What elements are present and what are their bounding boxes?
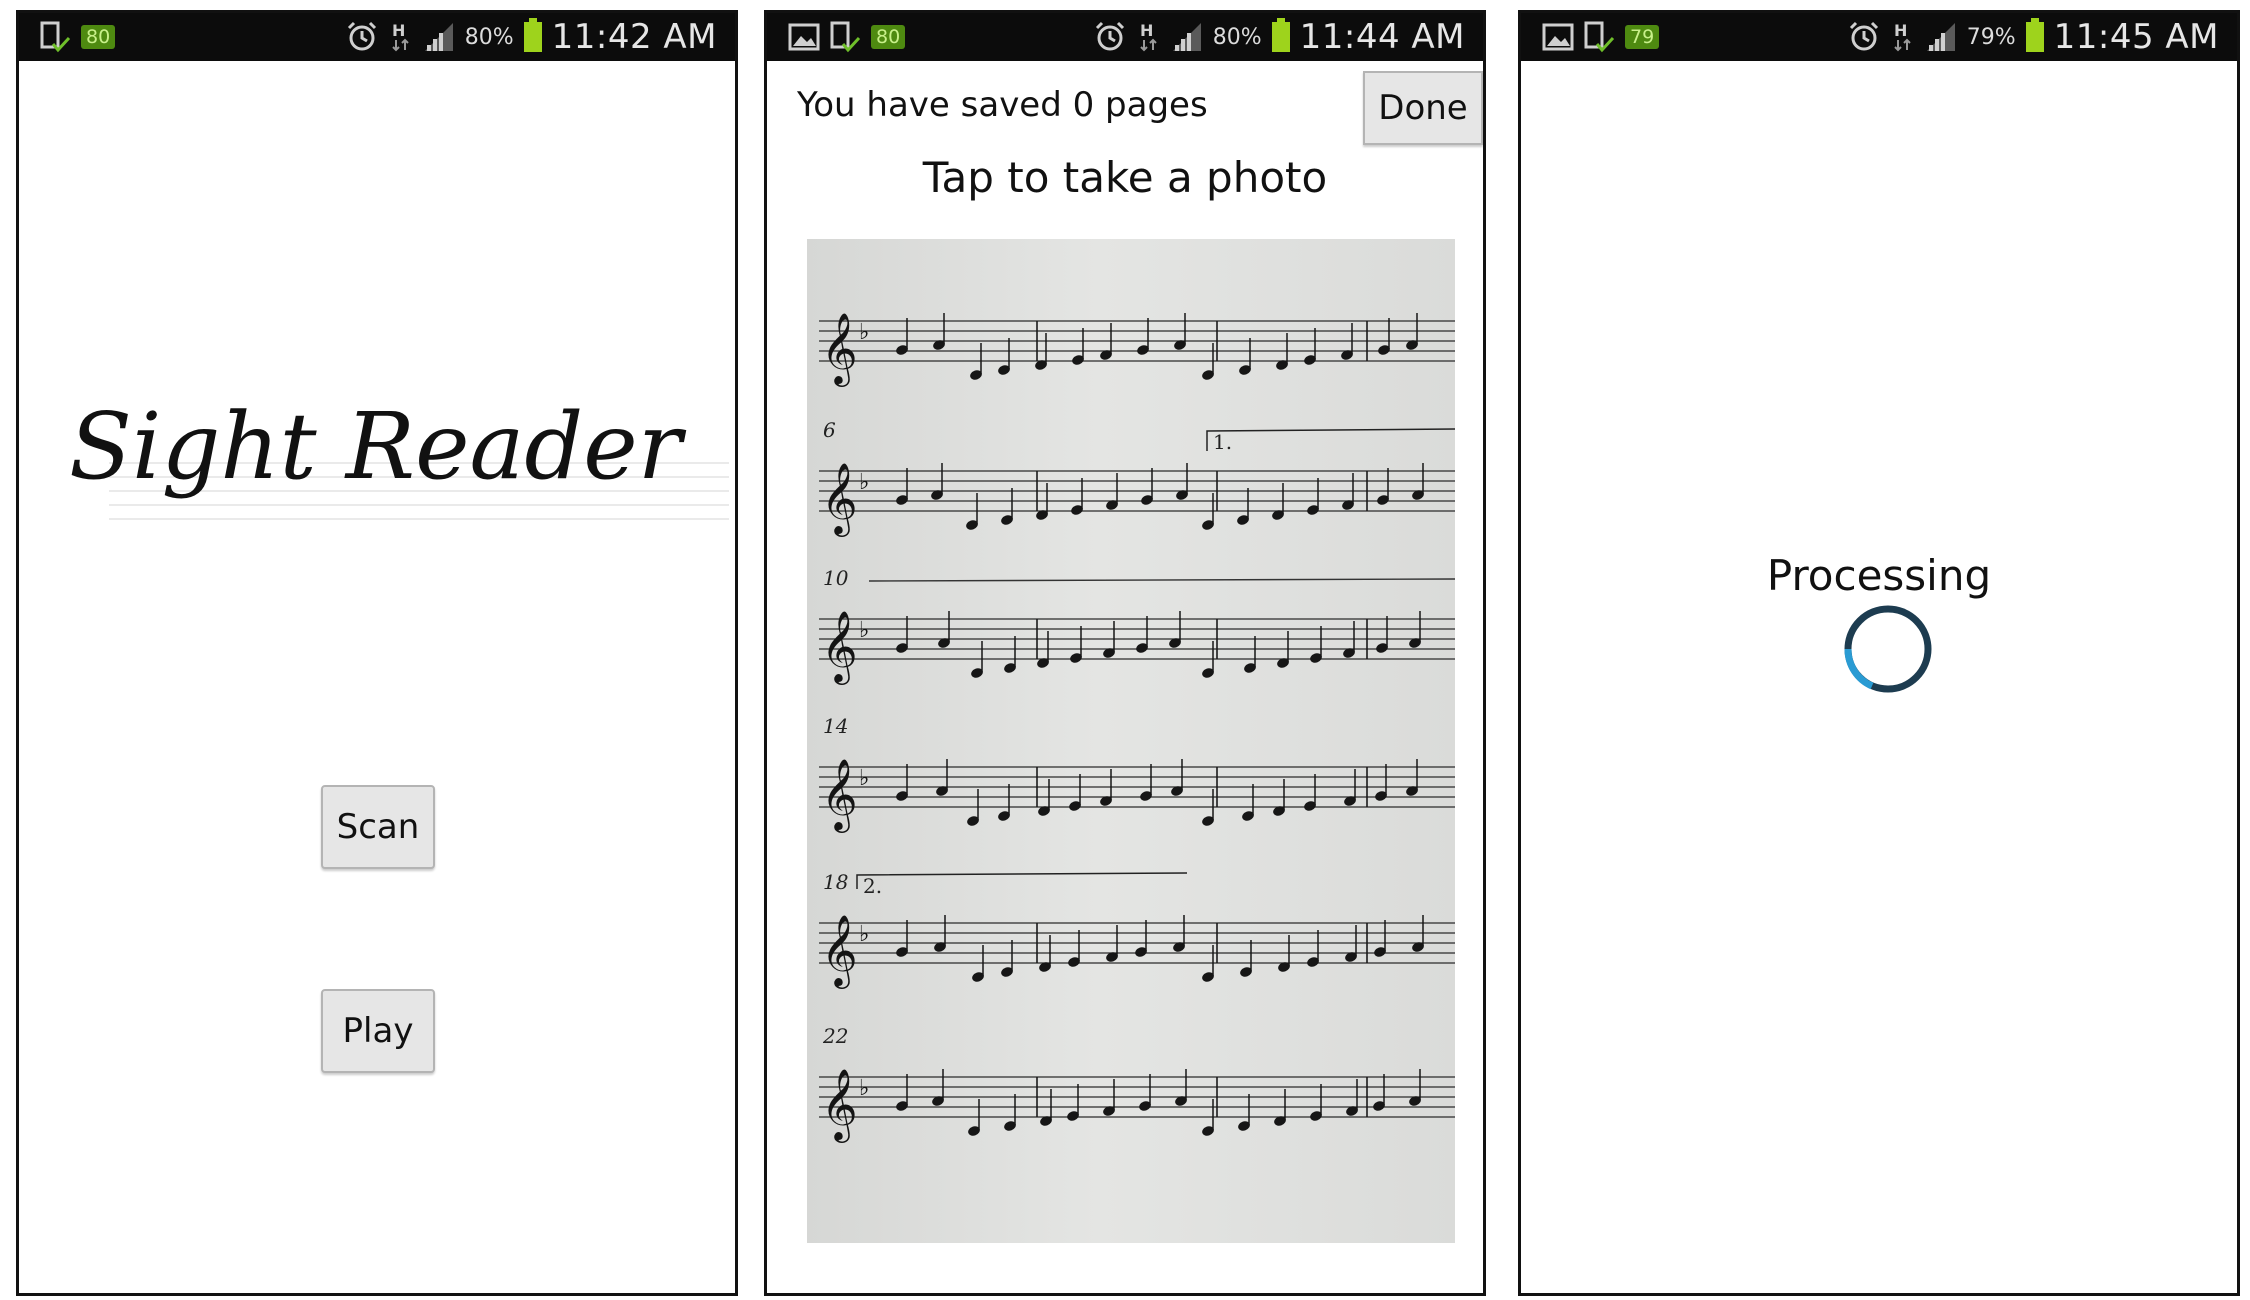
device-check-icon <box>829 20 863 54</box>
saved-pages-text: You have saved 0 pages <box>797 85 1208 125</box>
sheet-music-photo: 𝄞 ♭𝄞 ♭6𝄞 ♭10𝄞 ♭14𝄞 ♭18𝄞 ♭221.2. <box>819 311 1456 1143</box>
loading-spinner-icon <box>1844 605 1932 693</box>
battery-percent: 80% <box>464 24 514 50</box>
measure-number: 22 <box>822 1024 848 1048</box>
measure-number: 14 <box>823 714 848 738</box>
phone-screen-home: 80 H 80% 11:42 AM Sight Reader Scan Play <box>16 10 738 1296</box>
battery-icon <box>1271 18 1290 52</box>
treble-clef-icon: 𝄞 <box>821 1067 858 1143</box>
signal-icon <box>1925 21 1957 53</box>
measure-number: 6 <box>823 418 836 442</box>
treble-clef-icon: 𝄞 <box>821 757 858 833</box>
svg-text:H: H <box>392 21 405 40</box>
processing-label: Processing <box>1766 551 1992 600</box>
alarm-icon <box>345 20 379 54</box>
svg-text:H: H <box>1140 21 1153 40</box>
device-check-icon <box>39 20 73 54</box>
device-check-icon <box>1583 20 1617 54</box>
status-bar: 80 H 80% 11:44 AM <box>767 13 1483 61</box>
measure-number: 10 <box>823 566 849 590</box>
ending-label: 2. <box>863 874 882 898</box>
h-data-icon: H <box>1137 20 1161 54</box>
battery-icon <box>2025 18 2044 52</box>
clock: 11:45 AM <box>2053 17 2219 57</box>
h-data-icon: H <box>389 20 413 54</box>
h-data-icon: H <box>1891 20 1915 54</box>
ending-line <box>868 578 1456 582</box>
phone-screen-processing: 79 H 79% 11:45 AM Processing <box>1518 10 2240 1296</box>
ending-bracket <box>1206 428 1456 451</box>
alarm-icon <box>1847 20 1881 54</box>
done-button[interactable]: Done <box>1363 71 1483 145</box>
camera-preview[interactable]: 𝄞 ♭ 𝄞 ♭ 6 𝄞 ♭ 10 𝄞 ♭ 14 𝄞 ♭ 18 𝄞 ♭ 22 1. 2. <box>807 239 1456 1243</box>
flat-sign: ♭ <box>859 320 869 345</box>
flat-sign: ♭ <box>859 618 869 643</box>
treble-clef-icon: 𝄞 <box>821 913 858 989</box>
treble-clef-icon: 𝄞 <box>821 311 858 387</box>
status-bar: 79 H 79% 11:45 AM <box>1521 13 2237 61</box>
ending-bracket <box>856 872 1188 889</box>
notification-badge: 80 <box>81 25 116 49</box>
scan-button[interactable]: Scan <box>321 785 435 869</box>
battery-percent: 79% <box>1966 24 2016 50</box>
measure-number: 18 <box>823 870 848 894</box>
flat-sign: ♭ <box>859 470 869 495</box>
alarm-icon <box>1093 20 1127 54</box>
notification-badge: 80 <box>871 25 906 49</box>
image-icon <box>1541 20 1575 54</box>
signal-icon <box>423 21 455 53</box>
app-logo-text: Sight Reader <box>69 393 682 500</box>
flat-sign: ♭ <box>859 1076 869 1101</box>
ending-label: 1. <box>1213 430 1232 454</box>
svg-text:H: H <box>1894 21 1907 40</box>
battery-percent: 80% <box>1212 24 1262 50</box>
flat-sign: ♭ <box>859 766 869 791</box>
flat-sign: ♭ <box>859 922 869 947</box>
status-bar: 80 H 80% 11:42 AM <box>19 13 735 61</box>
clock: 11:44 AM <box>1299 17 1465 57</box>
signal-icon <box>1171 21 1203 53</box>
clock: 11:42 AM <box>551 17 717 57</box>
battery-icon <box>523 18 542 52</box>
play-button[interactable]: Play <box>321 989 435 1073</box>
phone-screen-capture: 80 H 80% 11:44 AM You have saved 0 pages… <box>764 10 1486 1296</box>
tap-instruction: Tap to take a photo <box>922 153 1328 202</box>
image-icon <box>787 20 821 54</box>
notification-badge: 79 <box>1625 25 1660 49</box>
treble-clef-icon: 𝄞 <box>821 609 858 685</box>
app-logo: Sight Reader <box>69 393 729 553</box>
treble-clef-icon: 𝄞 <box>821 461 858 537</box>
